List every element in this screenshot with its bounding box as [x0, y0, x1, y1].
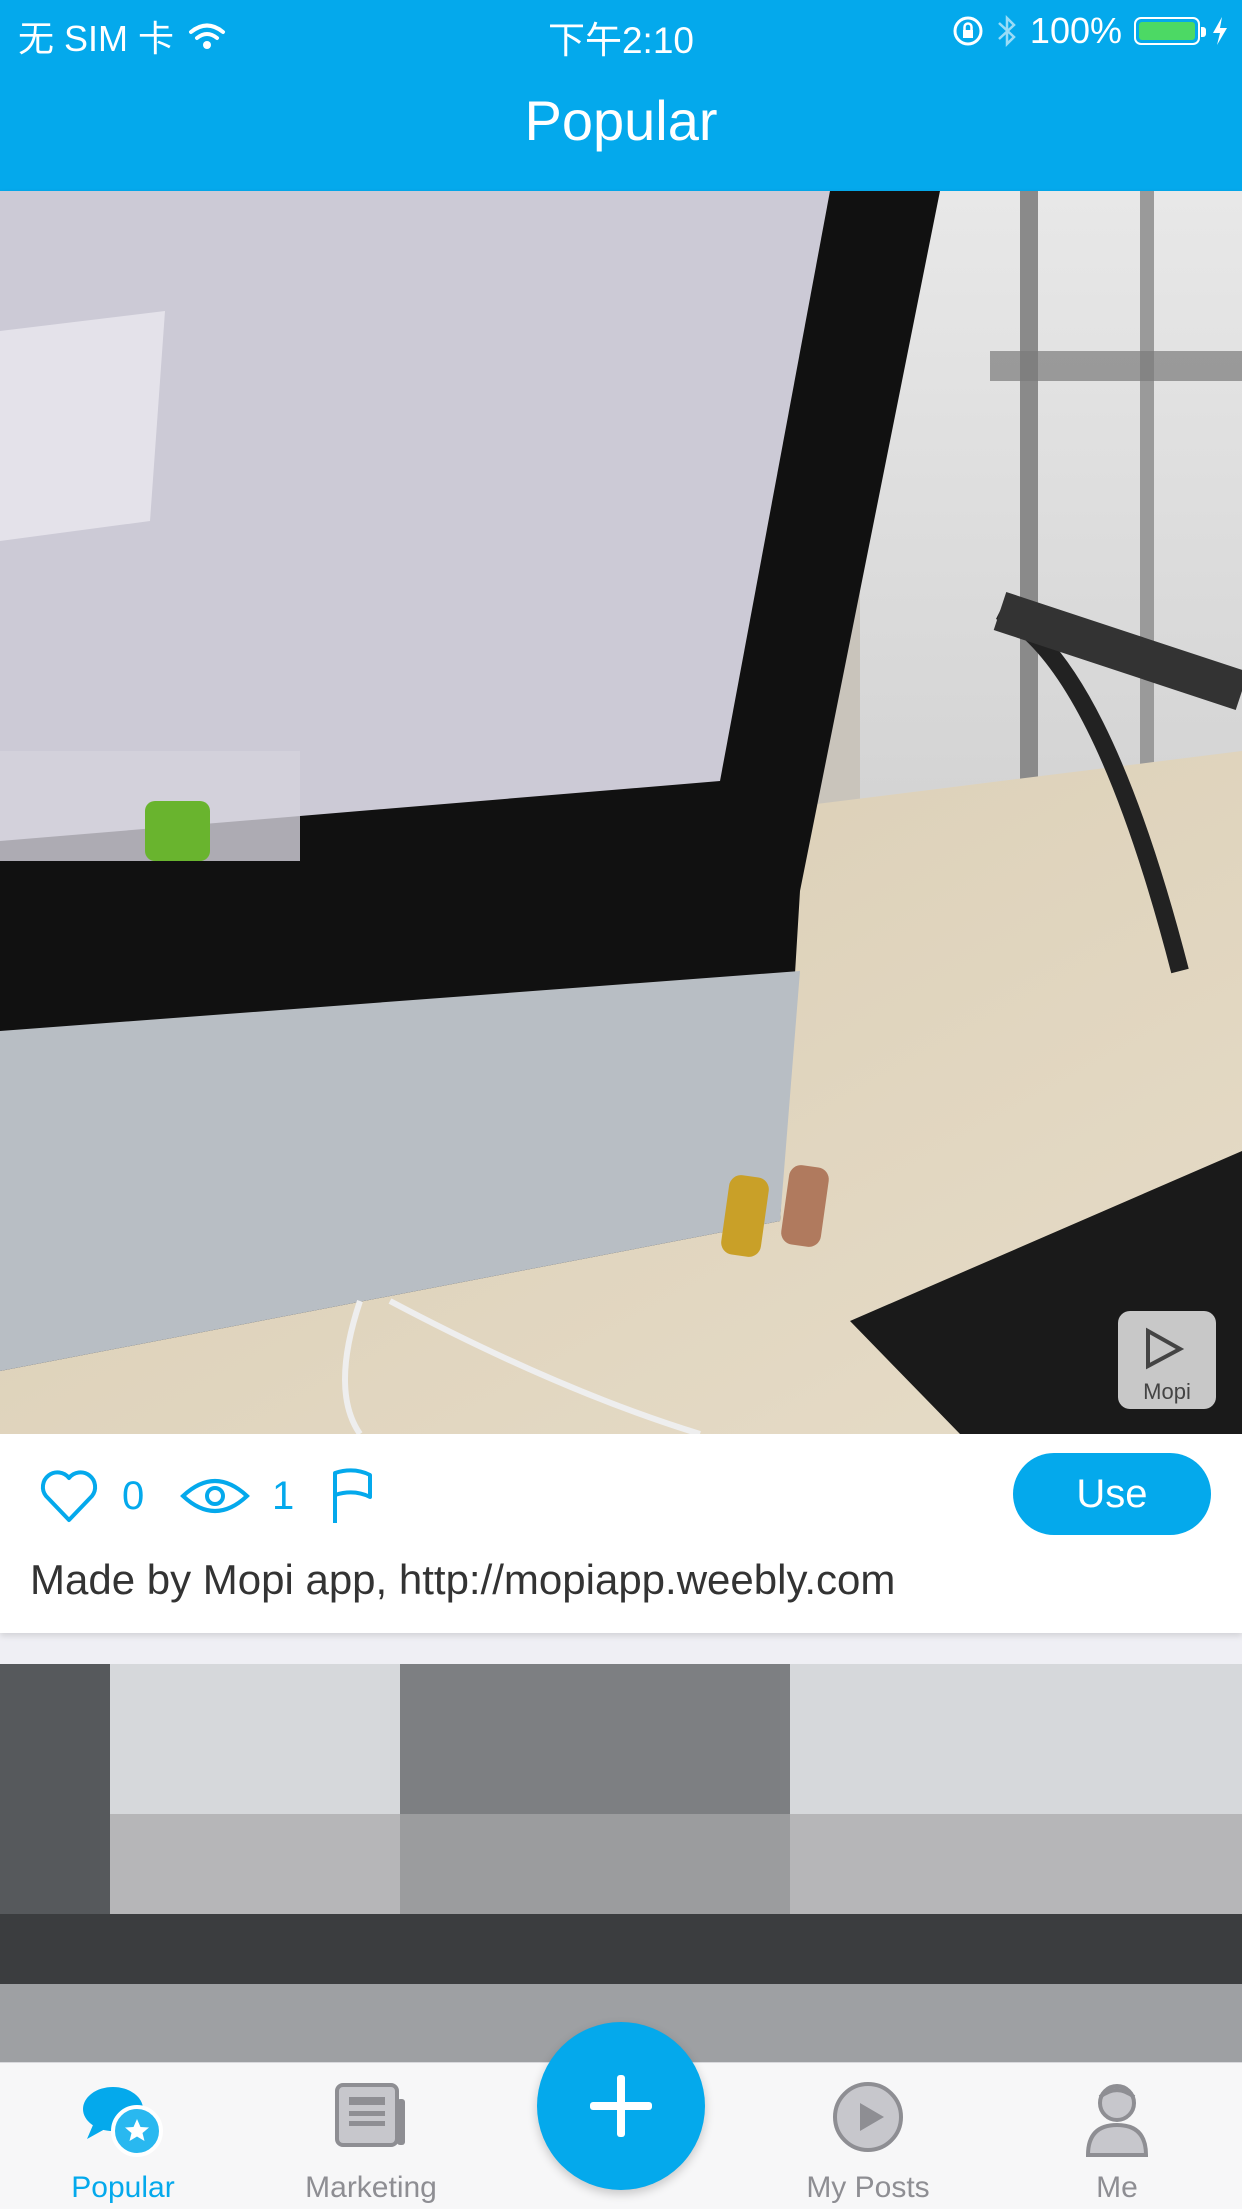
- post-photo[interactable]: [0, 1664, 1242, 2064]
- eye-icon: [180, 1479, 250, 1513]
- tab-my-posts[interactable]: My Posts: [768, 2063, 968, 2209]
- tab-label: My Posts: [806, 2171, 930, 2204]
- tab-label: Popular: [71, 2171, 175, 2204]
- tab-me[interactable]: Me: [1017, 2063, 1217, 2209]
- page-title: Popular: [524, 89, 718, 152]
- tab-label: Me: [1096, 2171, 1138, 2204]
- view-count: 1: [272, 1473, 295, 1518]
- flag-icon: [333, 1468, 372, 1523]
- use-button[interactable]: Use: [1013, 1453, 1211, 1535]
- post-card: Mopi 0 1 Use Made by Mopi app, http://mo…: [0, 191, 1242, 1633]
- heart-icon: [40, 1470, 98, 1522]
- plus-icon: [590, 2075, 652, 2137]
- tab-label: Marketing: [305, 2171, 437, 2204]
- add-post-button[interactable]: [537, 2022, 705, 2190]
- play-circle-icon: [833, 2082, 903, 2152]
- post-description: Made by Mopi app, http://mopiapp.weebly.…: [30, 1556, 896, 1603]
- status-bar: 无 SIM 卡 下午2:10 100%: [0, 0, 1242, 62]
- top-bar: 无 SIM 卡 下午2:10 100% Popular: [0, 0, 1242, 191]
- rotation-lock-icon: [953, 16, 983, 46]
- newspaper-icon: [335, 2083, 405, 2147]
- views-indicator: 1: [180, 1471, 294, 1521]
- battery-icon: [1134, 17, 1206, 45]
- post-card: [0, 1664, 1242, 2064]
- like-button[interactable]: 0: [38, 1468, 144, 1524]
- chat-bubbles-star-icon: [83, 2087, 163, 2157]
- post-photo[interactable]: Mopi: [0, 191, 1242, 1434]
- report-button[interactable]: [330, 1467, 376, 1525]
- tab-popular[interactable]: Popular: [23, 2063, 223, 2209]
- person-icon: [1085, 2084, 1149, 2157]
- watermark-label: Mopi: [1143, 1379, 1191, 1404]
- like-count: 0: [122, 1473, 145, 1518]
- bluetooth-icon: [998, 14, 1016, 48]
- battery-percent: 100%: [1029, 10, 1122, 51]
- charging-bolt-icon: [1213, 17, 1227, 45]
- tab-marketing[interactable]: Marketing: [271, 2063, 471, 2209]
